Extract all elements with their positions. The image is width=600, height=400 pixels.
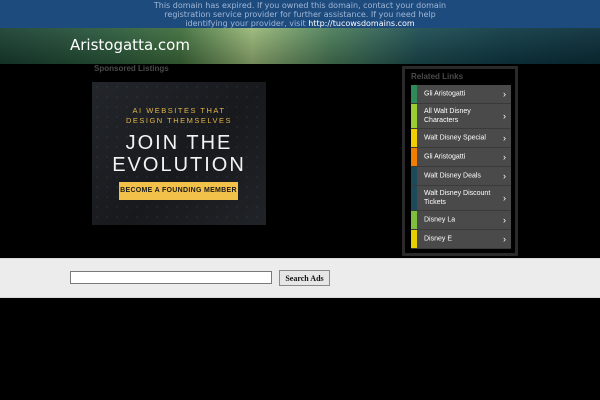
link-color-bar [411,230,417,248]
link-color-bar [411,211,417,229]
link-color-bar [411,186,417,210]
ad-subtitle-line-1: AI WEBSITES THAT [132,106,226,115]
site-title[interactable]: Aristogatta.com [70,36,190,54]
provider-link[interactable]: http://tucowsdomains.com [308,19,414,28]
chevron-right-icon: › [503,234,506,244]
link-color-bar [411,85,417,103]
related-link-label: Walt Disney Deals [424,172,481,180]
link-color-bar [411,167,417,185]
chevron-right-icon: › [503,152,506,162]
related-link[interactable]: Gli Aristogatti › [411,85,511,104]
chevron-right-icon: › [503,171,506,181]
related-link[interactable]: Disney La › [411,211,511,230]
chevron-right-icon: › [503,111,506,121]
related-link[interactable]: Disney E › [411,230,511,249]
site-header: Aristogatta.com [0,28,600,64]
related-link[interactable]: Gli Aristogatti › [411,148,511,167]
related-link[interactable]: Walt Disney Discount Tickets › [411,186,511,211]
related-link-label: Walt Disney Discount Tickets [424,190,491,206]
chevron-right-icon: › [503,133,506,143]
related-link-label: Walt Disney Special [424,134,486,142]
related-link[interactable]: All Walt Disney Characters › [411,104,511,129]
sponsored-ad-banner[interactable]: AI WEBSITES THAT DESIGN THEMSELVES JOIN … [92,82,266,225]
link-color-bar [411,129,417,147]
related-link-label: All Walt Disney Characters [424,108,471,124]
search-input[interactable] [70,271,272,284]
search-ads-button[interactable]: Search Ads [279,270,330,286]
ad-subtitle-line-2: DESIGN THEMSELVES [125,116,233,125]
related-links-list: Gli Aristogatti › All Walt Disney Charac… [411,85,511,249]
expired-notice: This domain has expired. If you owned th… [0,0,600,28]
ad-cta-button[interactable]: BECOME A FOUNDING MEMBER [119,182,238,200]
ad-headline-line-1: JOIN THE [125,132,233,154]
ad-subtitle: AI WEBSITES THAT DESIGN THEMSELVES [92,106,266,126]
ad-headline-line-2: EVOLUTION [112,154,246,176]
sponsored-listings-label: Sponsored Listings [94,64,169,73]
chevron-right-icon: › [503,193,506,203]
chevron-right-icon: › [503,215,506,225]
related-link-label: Gli Aristogatti [424,153,466,161]
link-color-bar [411,104,417,128]
related-link-label: Gli Aristogatti [424,90,466,98]
search-bar: Search Ads [0,258,600,298]
related-links-panel: Related Links Gli Aristogatti › All Walt… [402,66,518,256]
related-link-label: Disney E [424,235,453,243]
related-link-label: Disney La [424,216,456,224]
link-color-bar [411,148,417,166]
related-link[interactable]: Walt Disney Special › [411,129,511,148]
related-link[interactable]: Walt Disney Deals › [411,167,511,186]
related-links-label: Related Links [411,72,464,81]
chevron-right-icon: › [503,89,506,99]
